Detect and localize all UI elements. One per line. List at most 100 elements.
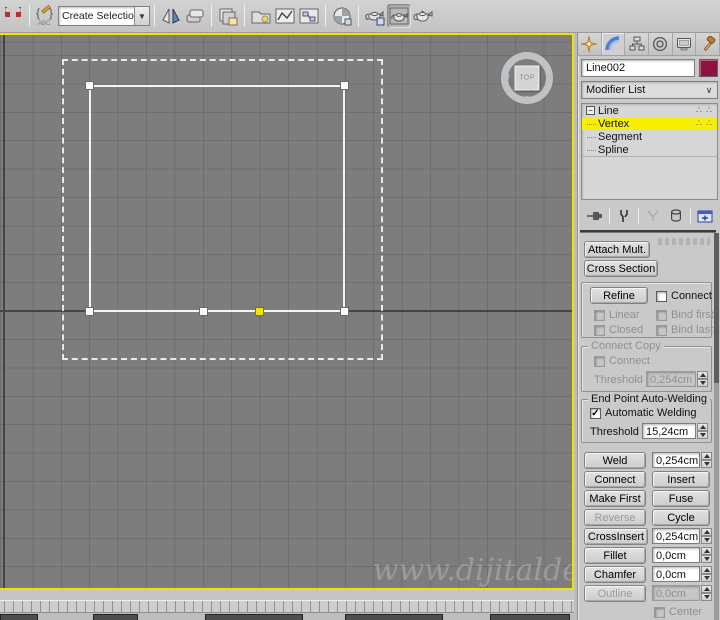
selection-set-dropdown[interactable]: Create Selection Se ▼ <box>58 6 150 26</box>
bind-first-checkbox[interactable]: Bind first <box>656 309 714 321</box>
cycle-button[interactable]: Cycle <box>652 509 710 526</box>
linear-checkbox[interactable]: Linear <box>594 309 640 321</box>
spinner-value[interactable]: 0,0cm <box>652 566 700 582</box>
modifier-list-dropdown[interactable]: Modifier List ∨ <box>581 81 718 99</box>
layer-manager-icon[interactable] <box>216 4 240 28</box>
weld-button[interactable]: Weld <box>584 452 646 469</box>
track-bar[interactable] <box>0 600 574 613</box>
connect-checkbox[interactable]: Connect <box>656 290 712 302</box>
vertex-marker[interactable] <box>340 307 349 316</box>
vertex-marker[interactable] <box>85 81 94 90</box>
show-end-result-icon[interactable] <box>615 208 633 224</box>
make-first-button[interactable]: Make First <box>584 490 646 507</box>
spinner-value[interactable]: 15,24cm <box>642 423 696 439</box>
top-viewport[interactable]: N S W E TOP www.dijitalde <box>0 33 574 590</box>
viewcube-top-face[interactable]: TOP <box>514 65 540 91</box>
automatic-welding-checkbox[interactable]: ✓ Automatic Welding <box>590 407 697 419</box>
spinner-down-icon[interactable] <box>701 460 712 468</box>
chamfer-spinner[interactable]: 0,0cm <box>652 566 712 582</box>
connect-copy-checkbox[interactable]: Connect <box>594 355 650 367</box>
auto-weld-threshold-spinner[interactable]: 15,24cm <box>642 423 708 439</box>
stack-item-vertex[interactable]: ····· Vertex ∴ ∴ <box>582 117 717 130</box>
spinner-up-icon[interactable] <box>701 452 712 460</box>
fillet-spinner[interactable]: 0,0cm <box>652 547 712 563</box>
spinner-value[interactable]: 0,254cm <box>646 371 696 387</box>
spinner-value[interactable]: 0,254cm <box>652 452 700 468</box>
pin-stack-icon[interactable] <box>586 208 604 224</box>
remove-modifier-icon[interactable] <box>667 208 685 224</box>
spinner-up-icon[interactable] <box>701 547 712 555</box>
rollout-scrollbar[interactable] <box>714 233 719 620</box>
vertex-marker[interactable] <box>85 307 94 316</box>
named-selection-sets-icon[interactable]: {} ABC <box>34 4 58 28</box>
checkbox-box[interactable] <box>594 309 605 321</box>
snap-magnet-icon[interactable] <box>1 4 25 28</box>
graphite-folder-icon[interactable] <box>249 4 273 28</box>
spinner-down-icon[interactable] <box>701 574 712 582</box>
object-color-swatch[interactable] <box>699 59 718 77</box>
attach-mult-button[interactable]: Attach Mult. <box>584 241 650 258</box>
selected-vertex-marker[interactable] <box>255 307 264 316</box>
spline-shape[interactable] <box>89 85 345 312</box>
tab-create[interactable] <box>578 33 602 55</box>
fuse-button[interactable]: Fuse <box>652 490 710 507</box>
spinner-up-icon[interactable] <box>701 528 712 536</box>
cross-section-button[interactable]: Cross Section <box>584 260 658 277</box>
insert-button[interactable]: Insert <box>652 471 710 488</box>
tab-hierarchy[interactable] <box>625 33 650 55</box>
dropdown-arrow-icon[interactable]: ▼ <box>134 7 149 25</box>
checkbox-box[interactable] <box>656 290 667 302</box>
scrollbar-thumb[interactable] <box>714 233 719 383</box>
spinner-up-icon[interactable] <box>697 423 708 431</box>
stack-item-spline[interactable]: ····· Spline <box>582 143 717 156</box>
outline-button[interactable]: Outline <box>584 585 646 602</box>
status-field[interactable] <box>93 614 138 620</box>
tab-utilities[interactable] <box>696 33 720 55</box>
spinner-up-icon[interactable] <box>701 566 712 574</box>
render-setup-icon[interactable] <box>363 4 387 28</box>
stack-item-segment[interactable]: ····· Segment <box>582 130 717 143</box>
spinner-down-icon[interactable] <box>701 593 712 601</box>
quick-render-icon[interactable] <box>411 4 435 28</box>
vertex-marker[interactable] <box>199 307 208 316</box>
connect-button[interactable]: Connect <box>584 471 646 488</box>
spinner-value[interactable]: 0,0cm <box>652 585 700 601</box>
refine-button[interactable]: Refine <box>590 287 648 304</box>
status-field[interactable] <box>490 614 570 620</box>
checkbox-box[interactable] <box>594 324 605 336</box>
weld-threshold-spinner[interactable]: 0,254cm <box>652 452 712 468</box>
tab-display[interactable] <box>672 33 697 55</box>
status-field[interactable] <box>0 614 38 620</box>
schematic-view-icon[interactable] <box>297 4 321 28</box>
outline-spinner[interactable]: 0,0cm <box>652 585 712 601</box>
checkbox-box[interactable] <box>656 324 667 336</box>
make-unique-icon[interactable] <box>644 208 662 224</box>
status-field[interactable] <box>345 614 443 620</box>
checkbox-box[interactable] <box>654 606 665 618</box>
collapse-icon[interactable]: − <box>586 106 595 115</box>
align-icon[interactable] <box>183 4 207 28</box>
checkbox-box[interactable] <box>594 355 605 367</box>
closed-checkbox[interactable]: Closed <box>594 324 643 336</box>
curve-editor-icon[interactable] <box>273 4 297 28</box>
crossinsert-button[interactable]: CrossInsert <box>584 528 648 545</box>
spinner-down-icon[interactable] <box>697 379 708 387</box>
viewcube[interactable]: N S W E TOP <box>501 52 553 104</box>
crossinsert-spinner[interactable]: 0,254cm <box>652 528 712 544</box>
spinner-down-icon[interactable] <box>701 555 712 563</box>
chamfer-button[interactable]: Chamfer <box>584 566 646 583</box>
spinner-down-icon[interactable] <box>701 536 712 544</box>
center-checkbox[interactable]: Center <box>654 606 702 618</box>
fillet-button[interactable]: Fillet <box>584 547 646 564</box>
stack-item-line[interactable]: − Line ∴ ∴ <box>582 104 717 117</box>
rendered-frame-window-icon[interactable] <box>387 4 411 28</box>
object-name-field[interactable]: Line002 <box>581 59 695 77</box>
connect-copy-threshold-spinner[interactable]: 0,254cm <box>646 371 708 387</box>
status-field[interactable] <box>205 614 303 620</box>
spinner-up-icon[interactable] <box>701 585 712 593</box>
spinner-value[interactable]: 0,254cm <box>652 528 700 544</box>
spinner-up-icon[interactable] <box>697 371 708 379</box>
mirror-icon[interactable] <box>159 4 183 28</box>
vertex-marker[interactable] <box>340 81 349 90</box>
bind-last-checkbox[interactable]: Bind last <box>656 324 713 336</box>
